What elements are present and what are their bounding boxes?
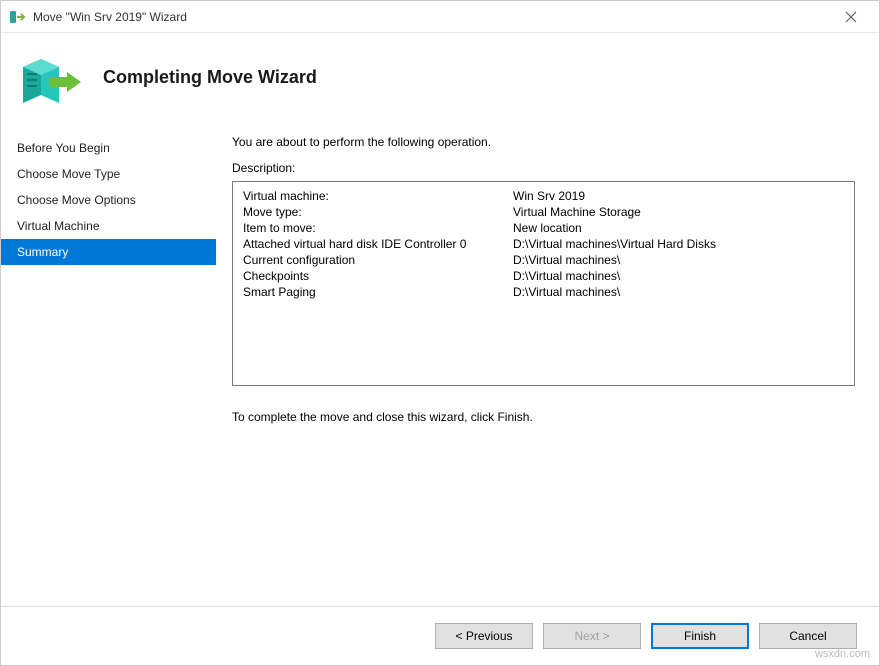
wizard-step[interactable]: Summary: [1, 239, 216, 265]
close-icon: [845, 11, 857, 23]
window-title: Move "Win Srv 2019" Wizard: [33, 10, 831, 24]
description-box: Virtual machine:Win Srv 2019Move type:Vi…: [232, 181, 855, 386]
description-table: Virtual machine:Win Srv 2019Move type:Vi…: [243, 188, 844, 300]
wizard-steps-sidebar: Before You BeginChoose Move TypeChoose M…: [1, 127, 216, 606]
description-key: Move type:: [243, 204, 513, 220]
description-row: Current configurationD:\Virtual machines…: [243, 252, 844, 268]
description-row: Attached virtual hard disk IDE Controlle…: [243, 236, 844, 252]
description-key: Attached virtual hard disk IDE Controlle…: [243, 236, 513, 252]
close-button[interactable]: [831, 2, 871, 32]
description-key: Virtual machine:: [243, 188, 513, 204]
intro-text: You are about to perform the following o…: [232, 135, 855, 149]
wizard-step[interactable]: Choose Move Type: [1, 161, 216, 187]
wizard-step[interactable]: Before You Begin: [1, 135, 216, 161]
app-icon: [9, 8, 27, 26]
button-bar: < Previous Next > Finish Cancel: [1, 606, 879, 665]
description-value: New location: [513, 220, 844, 236]
next-button: Next >: [543, 623, 641, 649]
description-value: D:\Virtual machines\Virtual Hard Disks: [513, 236, 844, 252]
wizard-body: Before You BeginChoose Move TypeChoose M…: [1, 127, 879, 606]
titlebar: Move "Win Srv 2019" Wizard: [1, 1, 879, 33]
description-value: Virtual Machine Storage: [513, 204, 844, 220]
description-row: Virtual machine:Win Srv 2019: [243, 188, 844, 204]
description-row: CheckpointsD:\Virtual machines\: [243, 268, 844, 284]
description-label: Description:: [232, 161, 855, 175]
finish-button[interactable]: Finish: [651, 623, 749, 649]
cancel-button[interactable]: Cancel: [759, 623, 857, 649]
wizard-title: Completing Move Wizard: [103, 67, 317, 88]
wizard-header: Completing Move Wizard: [1, 33, 879, 127]
wizard-step[interactable]: Choose Move Options: [1, 187, 216, 213]
wizard-step[interactable]: Virtual Machine: [1, 213, 216, 239]
footnote-text: To complete the move and close this wiza…: [232, 410, 855, 424]
description-value: Win Srv 2019: [513, 188, 844, 204]
description-key: Current configuration: [243, 252, 513, 268]
wizard-main-panel: You are about to perform the following o…: [216, 127, 879, 606]
wizard-icon: [19, 45, 83, 109]
description-row: Smart PagingD:\Virtual machines\: [243, 284, 844, 300]
description-key: Item to move:: [243, 220, 513, 236]
description-key: Smart Paging: [243, 284, 513, 300]
description-value: D:\Virtual machines\: [513, 252, 844, 268]
description-key: Checkpoints: [243, 268, 513, 284]
description-row: Move type:Virtual Machine Storage: [243, 204, 844, 220]
previous-button[interactable]: < Previous: [435, 623, 533, 649]
description-value: D:\Virtual machines\: [513, 268, 844, 284]
description-row: Item to move:New location: [243, 220, 844, 236]
description-value: D:\Virtual machines\: [513, 284, 844, 300]
